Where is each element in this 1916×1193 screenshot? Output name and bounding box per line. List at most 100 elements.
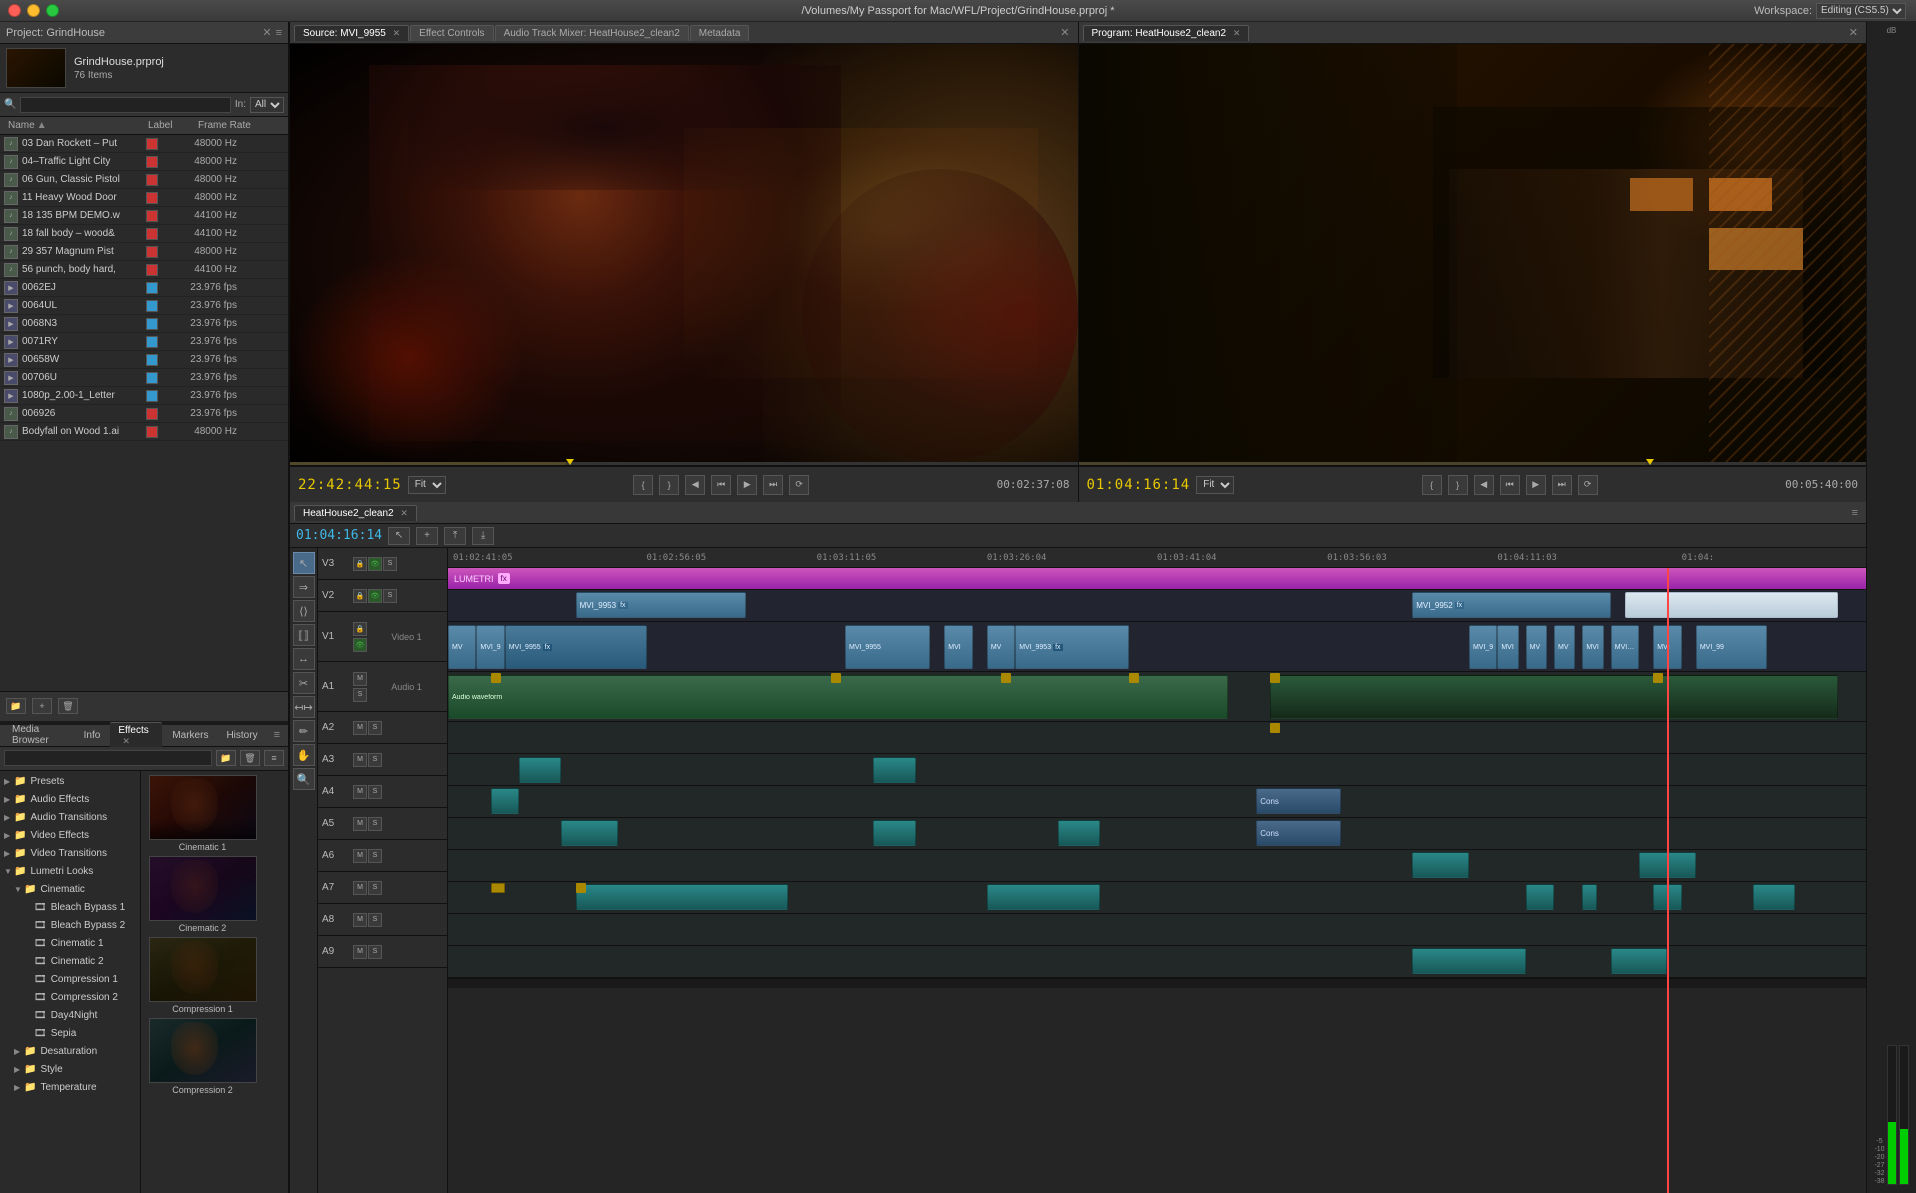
clip-mvi-v1g[interactable]: MV <box>1526 625 1547 669</box>
tree-item-lumetri-looks[interactable]: ▼📁Lumetri Looks <box>0 863 140 881</box>
track-v3-solo[interactable]: S <box>383 557 397 571</box>
source-btn-mark-in[interactable]: { <box>633 475 653 495</box>
track-row-a4[interactable]: Cons <box>448 786 1866 818</box>
project-search-input[interactable] <box>20 97 230 113</box>
track-row-a6[interactable] <box>448 850 1866 882</box>
tab-markers[interactable]: Markers <box>164 728 216 743</box>
track-v2-lock[interactable]: 🔒 <box>353 589 367 603</box>
clip-a5-2[interactable] <box>873 820 916 846</box>
clip-mv-v1h[interactable]: MV <box>1554 625 1575 669</box>
program-btn-mark-out[interactable]: } <box>1448 475 1468 495</box>
track-a9-solo[interactable]: S <box>368 945 382 959</box>
clip-a7-1[interactable] <box>576 884 789 910</box>
minimize-button[interactable] <box>27 4 40 17</box>
window-controls[interactable] <box>8 4 59 17</box>
track-a2-solo[interactable]: S <box>368 721 382 735</box>
program-zoom-select[interactable]: Fit <box>1196 476 1234 494</box>
tab-history[interactable]: History <box>218 728 265 743</box>
source-btn-step-back[interactable]: ⏮ <box>711 475 731 495</box>
track-v3-eye[interactable]: 👁 <box>368 557 382 571</box>
tree-item-audio-transitions[interactable]: ▶📁Audio Transitions <box>0 809 140 827</box>
clip-a6-2[interactable] <box>1639 852 1696 878</box>
track-a5-solo[interactable]: S <box>368 817 382 831</box>
source-btn-rewind[interactable]: ◀ <box>685 475 705 495</box>
program-btn-step-back[interactable]: ⏮ <box>1500 475 1520 495</box>
program-scrubber[interactable] <box>1079 462 1867 466</box>
col-label[interactable]: Label <box>144 120 194 131</box>
clip-a3-1[interactable] <box>519 757 562 783</box>
tree-item-video-transitions[interactable]: ▶📁Video Transitions <box>0 845 140 863</box>
track-row-a8[interactable] <box>448 914 1866 946</box>
project-list-item[interactable]: ▶00658W23.976 fps <box>0 351 288 369</box>
tab-program[interactable]: Program: HeatHouse2_clean2 ✕ <box>1083 25 1250 41</box>
clip-a4-cons[interactable]: Cons <box>1256 788 1341 814</box>
track-v2-solo[interactable]: S <box>383 589 397 603</box>
tool-zoom[interactable]: 🔍 <box>293 768 315 790</box>
project-list-item[interactable]: ♪03 Dan Rockett – Put48000 Hz <box>0 135 288 153</box>
tree-item-cinematic-1[interactable]: 🎞Cinematic 1 <box>0 935 140 953</box>
clip-mvi9955-v1b[interactable]: MVI_9955 <box>845 625 930 669</box>
program-monitor-menu[interactable]: ✕ <box>1845 26 1862 39</box>
col-name[interactable]: Name ▲ <box>4 120 144 131</box>
program-btn-play[interactable]: ▶ <box>1526 475 1546 495</box>
timeline-tracks-area[interactable]: 01:02:41:05 01:02:56:05 01:03:11:05 01:0… <box>448 548 1866 1193</box>
tab-info[interactable]: Info <box>76 728 109 743</box>
close-button[interactable] <box>8 4 21 17</box>
source-zoom-select[interactable]: Fit <box>408 476 446 494</box>
project-menu-btn[interactable]: ≡ <box>276 27 282 39</box>
project-list-item[interactable]: ♪18 fall body – wood&44100 Hz <box>0 225 288 243</box>
track-row-v1[interactable]: MV MVI_9 MVI_9955 fx MVI_99 <box>448 622 1866 672</box>
track-row-v2[interactable]: MVI_9953 fx MVI_9952 fx <box>448 590 1866 622</box>
clip-mvi9-v1e[interactable]: MVI_9 <box>1469 625 1497 669</box>
source-monitor-menu[interactable]: ✕ <box>1056 26 1073 39</box>
track-a7-solo[interactable]: S <box>368 881 382 895</box>
source-btn-loop[interactable]: ⟳ <box>789 475 809 495</box>
track-a1-solo[interactable]: S <box>353 688 367 702</box>
tab-source-close[interactable]: ✕ <box>393 28 401 38</box>
clip-white-v2[interactable] <box>1625 592 1838 618</box>
workspace-select[interactable]: Editing (CS5.5) <box>1816 3 1906 19</box>
clip-a5-3[interactable] <box>1058 820 1101 846</box>
clip-mvi-v1f[interactable]: MVI <box>1497 625 1518 669</box>
track-row-a9[interactable] <box>448 946 1866 978</box>
clip-a3-2[interactable] <box>873 757 916 783</box>
tree-item-compression-2[interactable]: 🎞Compression 2 <box>0 989 140 1007</box>
tab-source[interactable]: Source: MVI_9955 ✕ <box>294 25 409 41</box>
delete-btn[interactable]: 🗑 <box>58 698 78 714</box>
clip-a7-7[interactable] <box>1753 884 1796 910</box>
tool-rate-stretch[interactable]: ↔ <box>293 648 315 670</box>
clip-a4-1[interactable] <box>491 788 519 814</box>
tool-rolling-edit[interactable]: ⟦⟧ <box>293 624 315 646</box>
workspace-selector[interactable]: Workspace: Editing (CS5.5) <box>1754 3 1906 19</box>
project-list-item[interactable]: ▶0068N323.976 fps <box>0 315 288 333</box>
track-v3-lock[interactable]: 🔒 <box>353 557 367 571</box>
source-btn-play[interactable]: ▶ <box>737 475 757 495</box>
project-list-item[interactable]: ♪18 135 BPM DEMO.w44100 Hz <box>0 207 288 225</box>
effects-search-input[interactable] <box>4 750 212 766</box>
track-a3-mute[interactable]: M <box>353 753 367 767</box>
project-list-item[interactable]: ♪06 Gun, Classic Pistol48000 Hz <box>0 171 288 189</box>
tree-item-video-effects[interactable]: ▶📁Video Effects <box>0 827 140 845</box>
program-timecode[interactable]: 01:04:16:14 <box>1087 477 1191 493</box>
clip-a7-6[interactable] <box>1653 884 1681 910</box>
clip-a6-1[interactable] <box>1412 852 1469 878</box>
clip-a1-right[interactable] <box>1270 675 1837 719</box>
tl-btn-selection[interactable]: ↖ <box>388 527 410 545</box>
tab-effect-controls[interactable]: Effect Controls <box>410 25 493 41</box>
clip-a9-1[interactable] <box>1412 948 1525 974</box>
clip-a9-2[interactable] <box>1611 948 1668 974</box>
project-list-item[interactable]: ▶0071RY23.976 fps <box>0 333 288 351</box>
new-item-btn[interactable]: + <box>32 698 52 714</box>
new-custom-bin-btn[interactable]: 📁 <box>216 750 236 766</box>
tab-timeline-close[interactable]: ✕ <box>400 508 408 518</box>
tree-item-style[interactable]: ▶📁Style <box>0 1061 140 1079</box>
clip-mvi9-v1b[interactable]: MVI_9 <box>476 625 504 669</box>
timeline-panel-menu[interactable]: ≡ <box>1848 507 1862 519</box>
clip-mvi99-v1j[interactable]: MVI_99 <box>1611 625 1639 669</box>
clip-mvi99-v1i[interactable]: MVI <box>1582 625 1603 669</box>
track-a7-mute[interactable]: M <box>353 881 367 895</box>
project-list-item[interactable]: ♪11 Heavy Wood Door48000 Hz <box>0 189 288 207</box>
track-a2-mute[interactable]: M <box>353 721 367 735</box>
track-row-a1[interactable]: Audio waveform <box>448 672 1866 722</box>
track-row-a5[interactable]: Cons <box>448 818 1866 850</box>
